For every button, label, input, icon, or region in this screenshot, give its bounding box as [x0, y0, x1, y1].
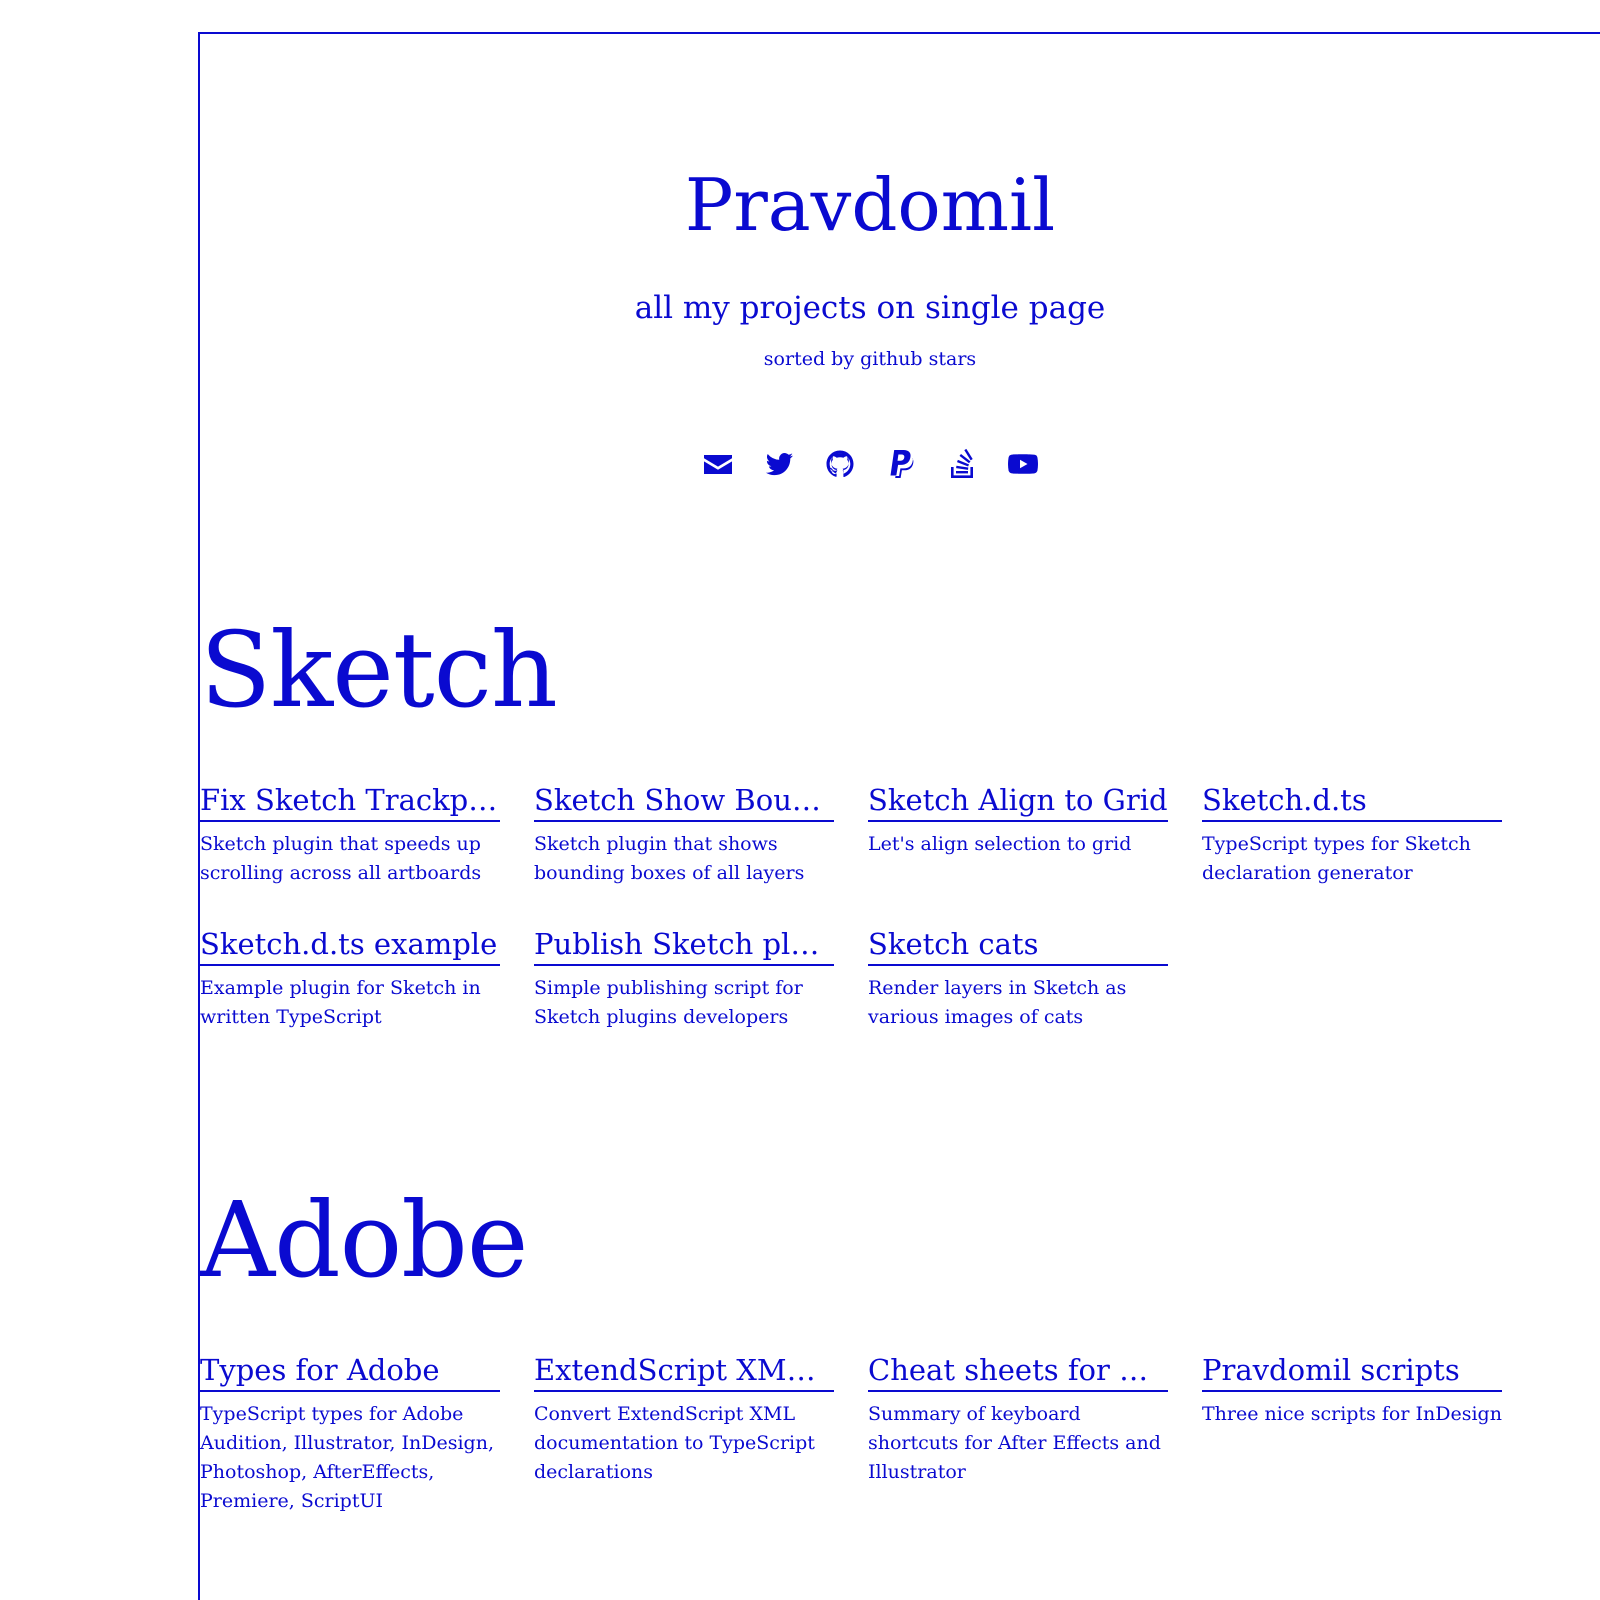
- project-card: Sketch.d.ts example Example plugin for S…: [200, 926, 500, 1032]
- project-title-link[interactable]: Sketch Align to Grid: [868, 782, 1168, 822]
- project-title-link[interactable]: Types for Adobe: [200, 1352, 500, 1392]
- project-description: Render layers in Sketch as various image…: [868, 977, 1127, 1028]
- twitter-link[interactable]: [761, 446, 796, 481]
- twitter-icon: [765, 452, 793, 475]
- project-description: Convert ExtendScript XML documentation t…: [534, 1403, 815, 1483]
- project-title-link[interactable]: Pravdomil scripts: [1202, 1352, 1502, 1392]
- project-card: Sketch.d.ts TypeScript types for Sketch …: [1202, 782, 1502, 888]
- project-title-link[interactable]: Fix Sketch Trackpa...: [200, 782, 500, 822]
- project-grid: Fix Sketch Trackpa... Sketch plugin that…: [200, 782, 1502, 1032]
- email-link[interactable]: [700, 446, 735, 481]
- project-description: Three nice scripts for InDesign: [1202, 1403, 1502, 1425]
- github-link[interactable]: [822, 446, 857, 481]
- project-title-link[interactable]: Sketch.d.ts example: [200, 926, 500, 966]
- stackoverflow-icon: [950, 448, 973, 478]
- project-description: TypeScript types for Sketch declaration …: [1202, 833, 1471, 884]
- section-title: Sketch: [200, 609, 558, 731]
- social-links: [0, 446, 1600, 481]
- project-title-link[interactable]: Cheat sheets for Ad...: [868, 1352, 1168, 1392]
- project-card: ExtendScript XML ... Convert ExtendScrip…: [534, 1352, 834, 1516]
- github-icon: [826, 450, 853, 477]
- project-card: Fix Sketch Trackpa... Sketch plugin that…: [200, 782, 500, 888]
- project-description: TypeScript types for Adobe Audition, Ill…: [200, 1403, 494, 1512]
- paypal-link[interactable]: [883, 446, 918, 481]
- section-title: Adobe: [200, 1179, 528, 1301]
- project-card: Pravdomil scripts Three nice scripts for…: [1202, 1352, 1502, 1516]
- project-card: Types for Adobe TypeScript types for Ado…: [200, 1352, 500, 1516]
- section-adobe: Adobe Types for Adobe TypeScript types f…: [200, 1179, 1502, 1516]
- envelope-icon: [703, 454, 732, 474]
- project-card: Sketch cats Render layers in Sketch as v…: [868, 926, 1168, 1032]
- project-description: Sketch plugin that shows bounding boxes …: [534, 833, 805, 884]
- project-title-link[interactable]: Sketch.d.ts: [1202, 782, 1502, 822]
- project-description: Sketch plugin that speeds up scrolling a…: [200, 833, 482, 884]
- project-card: Sketch Align to Grid Let's align selecti…: [868, 782, 1168, 888]
- project-title-link[interactable]: ExtendScript XML ...: [534, 1352, 834, 1392]
- stackoverflow-link[interactable]: [944, 446, 979, 481]
- project-description: Example plugin for Sketch in written Typ…: [200, 977, 481, 1028]
- project-description: Simple publishing script for Sketch plug…: [534, 977, 803, 1028]
- youtube-link[interactable]: [1005, 446, 1040, 481]
- project-title-link[interactable]: Publish Sketch plu...: [534, 926, 834, 966]
- paypal-icon: [890, 449, 913, 478]
- project-grid: Types for Adobe TypeScript types for Ado…: [200, 1352, 1502, 1516]
- project-card: Publish Sketch plu... Simple publishing …: [534, 926, 834, 1032]
- project-card: Cheat sheets for Ad... Summary of keyboa…: [868, 1352, 1168, 1516]
- site-tagline: all my projects on single page: [634, 290, 1106, 326]
- youtube-icon: [1007, 453, 1038, 474]
- section-sketch: Sketch Fix Sketch Trackpa... Sketch plug…: [200, 609, 1502, 1032]
- project-description: Summary of keyboard shortcuts for After …: [868, 1403, 1161, 1483]
- project-title-link[interactable]: Sketch Show Boun...: [534, 782, 834, 822]
- sort-note: sorted by github stars: [763, 348, 977, 370]
- site-title: Pravdomil: [684, 163, 1056, 247]
- project-card: Sketch Show Boun... Sketch plugin that s…: [534, 782, 834, 888]
- project-title-link[interactable]: Sketch cats: [868, 926, 1168, 966]
- project-description: Let's align selection to grid: [868, 833, 1132, 855]
